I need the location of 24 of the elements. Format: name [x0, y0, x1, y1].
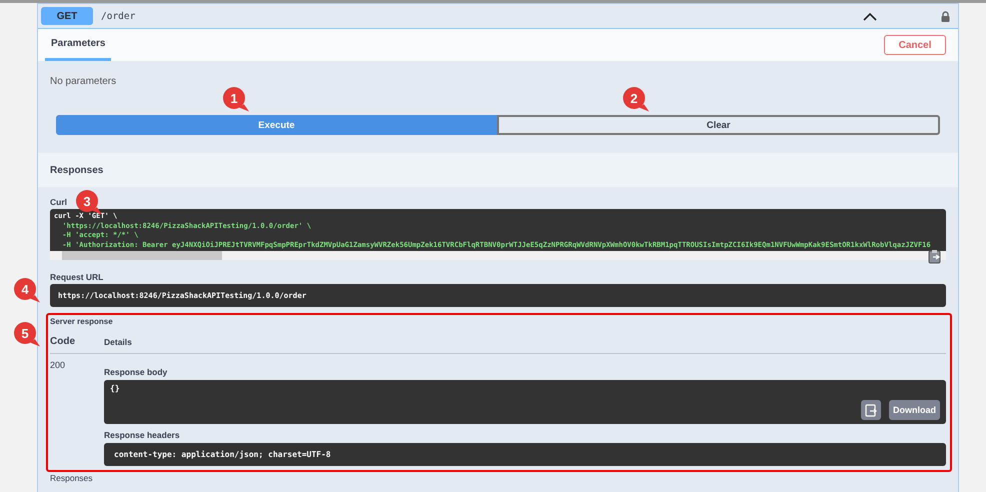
field-label: Curl: [50, 197, 67, 207]
status-code: 200: [50, 360, 66, 372]
response-body-label: Response body: [104, 367, 168, 377]
field-label: Request URL: [50, 272, 104, 282]
copy-icon[interactable]: [861, 400, 881, 420]
method-badge: GET: [41, 7, 93, 25]
endpoint-path: /order: [101, 10, 136, 22]
copy-icon[interactable]: [928, 249, 942, 264]
column-header: Code: [50, 336, 76, 347]
server-response-label: Server response: [50, 317, 113, 326]
column-header: Details: [104, 336, 132, 346]
no-parameters-text: No parameters: [50, 76, 116, 87]
parameters-tab[interactable]: Parameters: [45, 29, 112, 61]
lock-icon[interactable]: [941, 10, 950, 22]
responses-label: Responses: [50, 473, 93, 483]
response-headers-block: content-type: application/json; charset=UTF-8: [104, 443, 946, 466]
clear-button[interactable]: Clear: [497, 115, 940, 135]
download-button[interactable]: Download: [889, 400, 940, 420]
response-body-text: {}: [110, 384, 120, 395]
execute-button[interactable]: Execute: [56, 115, 497, 135]
response-headers-label: Response headers: [104, 430, 180, 440]
chevron-up-icon[interactable]: [863, 12, 877, 20]
cancel-button[interactable]: Cancel: [884, 35, 946, 55]
section-heading: Responses: [50, 164, 104, 176]
